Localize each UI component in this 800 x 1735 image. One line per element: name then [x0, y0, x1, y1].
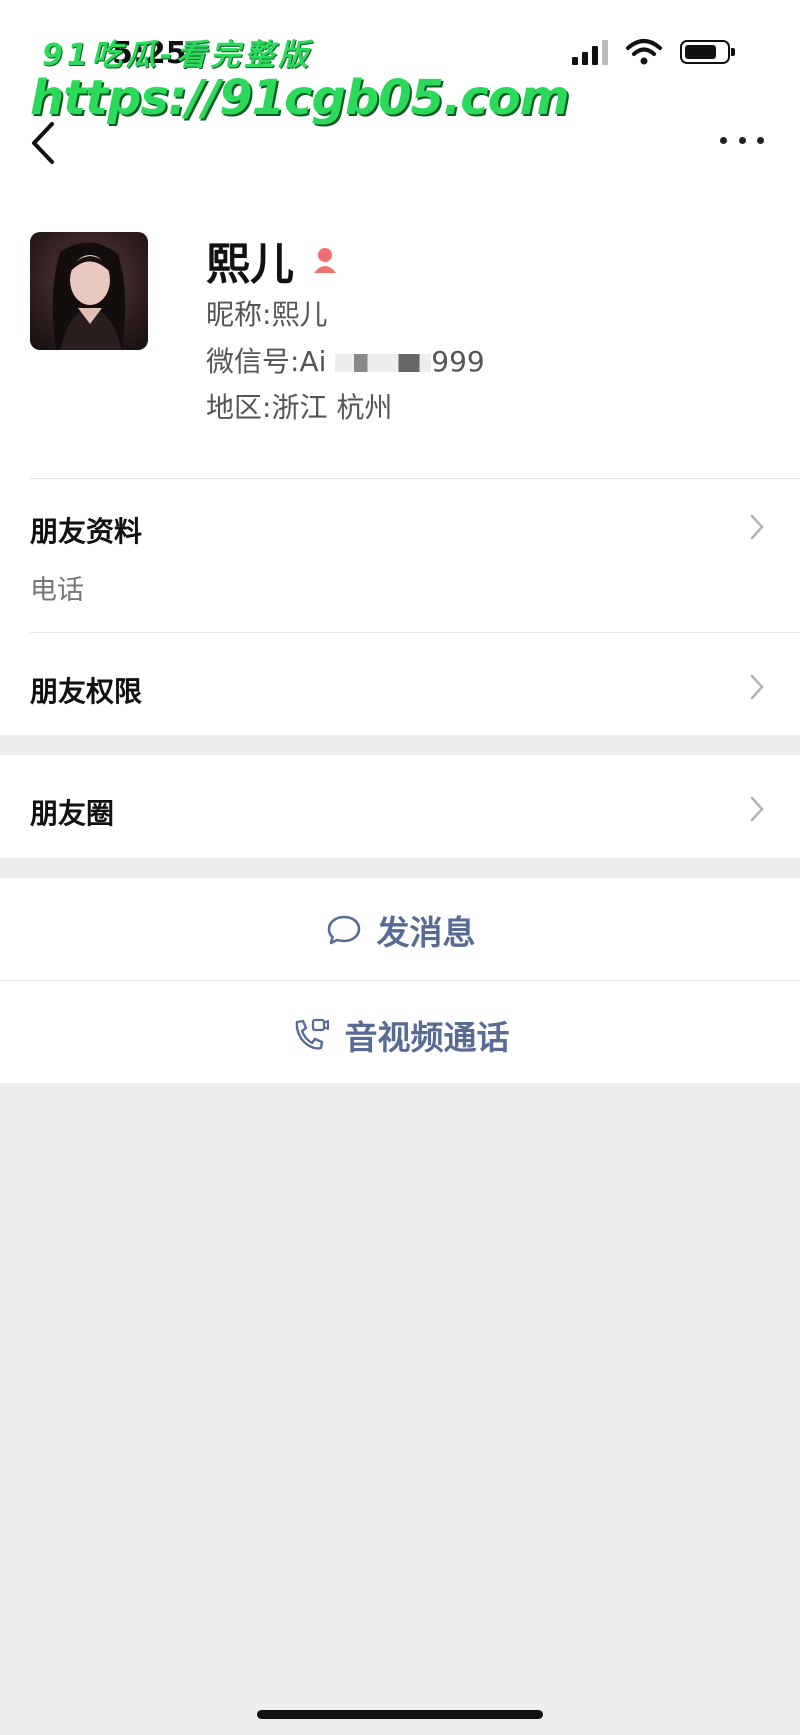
- avatar[interactable]: [30, 232, 148, 350]
- region-label: 地区:: [206, 391, 272, 424]
- wechat-id-prefix: Ai: [299, 345, 327, 378]
- chevron-right-icon: [750, 796, 764, 822]
- divider: [0, 980, 800, 981]
- wifi-icon: [626, 39, 662, 65]
- video-call-icon: [295, 1018, 329, 1050]
- more-options-icon[interactable]: [720, 130, 764, 150]
- divider: [30, 478, 800, 479]
- nickname-line: 昵称:熙儿: [206, 293, 327, 333]
- moments-label[interactable]: 朋友圈: [30, 792, 114, 832]
- chevron-right-icon: [750, 674, 764, 700]
- home-indicator[interactable]: [257, 1710, 543, 1719]
- back-icon[interactable]: [26, 118, 60, 168]
- moments-row[interactable]: [0, 755, 800, 858]
- contact-profile-screen: 5:25 91吃瓜-看完整版 https://91cgb05.com 熙儿 昵称…: [0, 0, 800, 1735]
- region-value: 浙江 杭州: [271, 391, 393, 424]
- av-call-button[interactable]: 音视频通话: [0, 1005, 800, 1065]
- av-call-label: 音视频通话: [344, 1018, 510, 1057]
- status-icons: [572, 38, 735, 66]
- signal-icon: [572, 39, 608, 65]
- watermark-url: https://91cgb05.com: [30, 70, 570, 126]
- profile-name-row: 熙儿: [206, 228, 340, 292]
- profile-name: 熙儿: [206, 239, 294, 290]
- female-icon: [314, 248, 336, 273]
- phone-label: 电话: [30, 575, 84, 606]
- chevron-right-icon: [750, 514, 764, 540]
- send-message-button[interactable]: 发消息: [0, 900, 800, 960]
- friend-info-label[interactable]: 朋友资料: [30, 510, 142, 550]
- wechat-id-redaction: [335, 354, 432, 372]
- wechat-id-line: 微信号:Ai 999: [206, 340, 485, 380]
- nickname-label: 昵称:: [206, 298, 272, 331]
- nickname-value: 熙儿: [271, 298, 328, 331]
- region-line: 地区:浙江 杭州: [206, 386, 392, 426]
- wechat-id-label: 微信号:: [206, 345, 300, 378]
- watermark-title: 91吃瓜-看完整版: [42, 38, 313, 73]
- friend-permissions-label[interactable]: 朋友权限: [30, 670, 142, 710]
- battery-icon: [680, 40, 735, 64]
- chat-bubble-icon: [327, 915, 360, 945]
- divider: [30, 632, 800, 633]
- send-message-label: 发消息: [376, 913, 476, 952]
- wechat-id-suffix: 999: [431, 345, 485, 378]
